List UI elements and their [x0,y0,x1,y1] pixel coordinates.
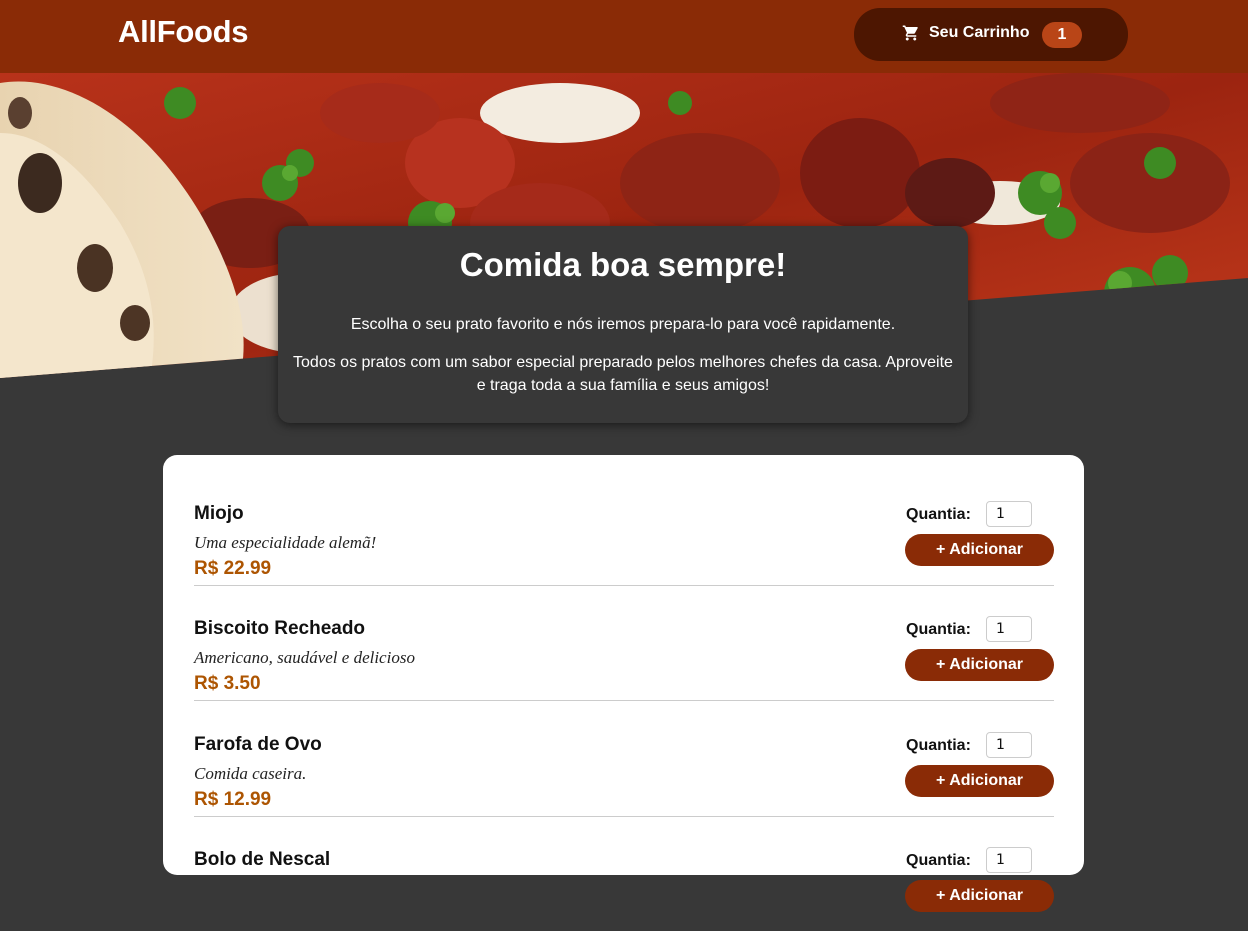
quantity-label: Quantia: [906,852,971,869]
meal-price: R$ 12.99 [194,789,272,810]
meal-name: Farofa de Ovo [194,734,322,755]
summary-paragraph-2: Todos os pratos com um sabor especial pr… [293,354,953,394]
cart-label: Seu Carrinho [929,24,1030,41]
cart-count-badge: 1 [1042,22,1082,48]
quantity-input[interactable] [986,501,1032,527]
meal-price: R$ 3.50 [194,673,261,694]
meal-item-biscoito-recheado: Biscoito Recheado Americano, saudável e … [194,585,1054,701]
meal-item-farofa-de-ovo: Farofa de Ovo Comida caseira. R$ 12.99 Q… [194,701,1054,817]
meals-list: Miojo Uma especialidade alemã! R$ 22.99 … [163,455,1084,912]
quantity-label: Quantia: [906,737,971,754]
summary-paragraph-1: Escolha o seu prato favorito e nós iremo… [350,316,896,333]
cart-icon [902,25,918,41]
quantity-input[interactable] [986,847,1032,873]
meal-description: Comida caseira. [194,764,307,783]
meal-item-miojo: Miojo Uma especialidade alemã! R$ 22.99 … [194,470,1054,586]
meal-price: R$ 22.99 [194,558,272,579]
app-header: AllFoods Seu Carrinho 1 [0,0,1248,73]
meal-name: Miojo [194,503,244,524]
summary-title: Comida boa sempre! [459,246,787,283]
meal-description: Uma especialidade alemã! [194,533,377,552]
add-to-cart-button[interactable]: + Adicionar [905,534,1054,566]
quantity-input[interactable] [986,616,1032,642]
meal-description: Americano, saudável e delicioso [194,648,415,667]
meal-item-bolo-de-nescal: Bolo de Nescal Quantia: + Adicionar [194,816,1054,931]
summary-card: Comida boa sempre! Escolha o seu prato f… [278,226,968,423]
quantity-label: Quantia: [906,621,971,638]
app-logo: AllFoods [118,14,249,49]
add-to-cart-button[interactable]: + Adicionar [905,765,1054,797]
meal-name: Biscoito Recheado [194,618,366,639]
add-to-cart-button[interactable]: + Adicionar [905,880,1054,912]
meal-name: Bolo de Nescal [194,849,331,870]
quantity-label: Quantia: [906,506,971,523]
cart-button[interactable]: Seu Carrinho 1 [854,8,1128,61]
add-to-cart-button[interactable]: + Adicionar [905,649,1054,681]
quantity-input[interactable] [986,732,1032,758]
